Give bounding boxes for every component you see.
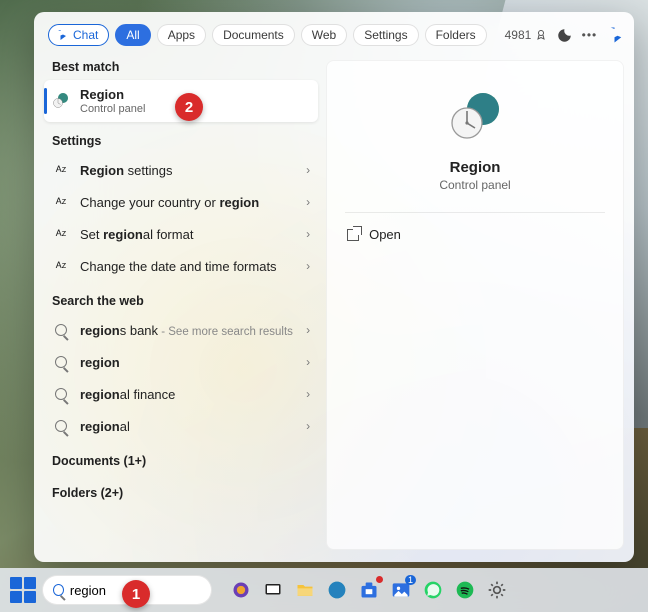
result-label: Change the date and time formats xyxy=(80,259,277,274)
taskbar-app-edge[interactable] xyxy=(324,577,350,603)
bing-chat-icon xyxy=(56,29,68,41)
taskbar: 1 xyxy=(0,568,648,612)
scope-folders-label: Folders xyxy=(436,28,476,42)
taskbar-app-photos[interactable]: 1 xyxy=(388,577,414,603)
start-button[interactable] xyxy=(10,577,36,603)
search-scope-bar: Chat All Apps Documents Web Settings Fol… xyxy=(34,12,634,54)
preview-pane: Region Control panel Open xyxy=(326,60,624,550)
annotation-callout-2: 2 xyxy=(175,93,203,121)
settings-result-change-country[interactable]: ᴬᶻ Change your country or region › xyxy=(44,186,318,218)
scope-documents[interactable]: Documents xyxy=(212,24,295,46)
chevron-right-icon: › xyxy=(306,387,310,401)
taskbar-app-whatsapp[interactable] xyxy=(420,577,446,603)
chevron-right-icon: › xyxy=(306,419,310,433)
result-label: regions bank - See more search results xyxy=(80,323,293,338)
scope-web[interactable]: Web xyxy=(301,24,347,46)
web-result-regions-bank[interactable]: regions bank - See more search results › xyxy=(44,314,318,346)
preview-open-label: Open xyxy=(369,227,401,242)
more-icon[interactable]: ••• xyxy=(582,28,598,42)
top-right-tools: 4981 ••• xyxy=(505,26,626,44)
open-icon xyxy=(347,229,359,241)
section-documents[interactable]: Documents (1+) xyxy=(44,442,318,474)
badge-icon xyxy=(376,576,383,583)
search-icon xyxy=(52,385,70,403)
preview-subtitle: Control panel xyxy=(439,178,510,192)
best-match-text: Region Control panel xyxy=(80,87,145,115)
result-label: Region settings xyxy=(80,163,172,178)
chevron-right-icon: › xyxy=(306,195,310,209)
region-icon xyxy=(52,92,70,110)
taskbar-app-taskview[interactable] xyxy=(260,577,286,603)
web-result-regional-finance[interactable]: regional finance › xyxy=(44,378,318,410)
web-result-region[interactable]: region › xyxy=(44,346,318,378)
scope-all-label: All xyxy=(126,28,139,42)
result-label: region xyxy=(80,355,120,370)
result-label: Set regional format xyxy=(80,227,193,242)
chevron-right-icon: › xyxy=(306,227,310,241)
scope-documents-label: Documents xyxy=(223,28,284,42)
rewards-points[interactable]: 4981 xyxy=(505,28,547,42)
rewards-icon xyxy=(535,29,547,41)
settings-result-region-settings[interactable]: ᴬᶻ Region settings › xyxy=(44,154,318,186)
scope-settings-label: Settings xyxy=(364,28,407,42)
start-search-panel: Chat All Apps Documents Web Settings Fol… xyxy=(34,12,634,562)
settings-item-icon: ᴬᶻ xyxy=(52,225,70,243)
scope-apps-label: Apps xyxy=(168,28,195,42)
bing-icon[interactable] xyxy=(607,26,625,44)
results-column: Best match Region Control panel Settings… xyxy=(34,54,322,560)
settings-item-icon: ᴬᶻ xyxy=(52,257,70,275)
section-best-match: Best match xyxy=(44,54,318,80)
scope-all[interactable]: All xyxy=(115,24,150,46)
settings-result-date-time-formats[interactable]: ᴬᶻ Change the date and time formats › xyxy=(44,250,318,282)
scope-chat-label: Chat xyxy=(73,28,98,42)
result-label: regional xyxy=(80,419,130,434)
taskbar-app-store[interactable] xyxy=(356,577,382,603)
badge-icon: 1 xyxy=(405,575,416,585)
scope-apps[interactable]: Apps xyxy=(157,24,206,46)
annotation-callout-1: 1 xyxy=(122,580,150,608)
chevron-right-icon: › xyxy=(306,323,310,337)
scope-folders[interactable]: Folders xyxy=(425,24,487,46)
settings-item-icon: ᴬᶻ xyxy=(52,193,70,211)
search-icon xyxy=(53,584,64,596)
search-icon xyxy=(52,353,70,371)
section-folders[interactable]: Folders (2+) xyxy=(44,474,318,506)
taskbar-app-copilot[interactable] xyxy=(228,577,254,603)
chevron-right-icon: › xyxy=(306,259,310,273)
taskbar-app-spotify[interactable] xyxy=(452,577,478,603)
chevron-right-icon: › xyxy=(306,355,310,369)
preview-title: Region xyxy=(450,159,501,176)
search-icon xyxy=(52,321,70,339)
scope-chat[interactable]: Chat xyxy=(48,24,109,46)
scope-web-label: Web xyxy=(312,28,336,42)
chevron-right-icon: › xyxy=(306,163,310,177)
settings-item-icon: ᴬᶻ xyxy=(52,161,70,179)
taskbar-app-explorer[interactable] xyxy=(292,577,318,603)
preview-region-icon xyxy=(447,89,503,145)
search-icon xyxy=(52,417,70,435)
divider xyxy=(345,212,605,213)
scope-settings[interactable]: Settings xyxy=(353,24,418,46)
section-search-web: Search the web xyxy=(44,282,318,314)
settings-result-regional-format[interactable]: ᴬᶻ Set regional format › xyxy=(44,218,318,250)
section-settings: Settings xyxy=(44,122,318,154)
web-result-regional[interactable]: regional › xyxy=(44,410,318,442)
theme-toggle-icon[interactable] xyxy=(557,28,572,43)
preview-open-action[interactable]: Open xyxy=(327,219,623,250)
taskbar-app-settings[interactable] xyxy=(484,577,510,603)
result-label: regional finance xyxy=(80,387,175,402)
result-label: Change your country or region xyxy=(80,195,259,210)
